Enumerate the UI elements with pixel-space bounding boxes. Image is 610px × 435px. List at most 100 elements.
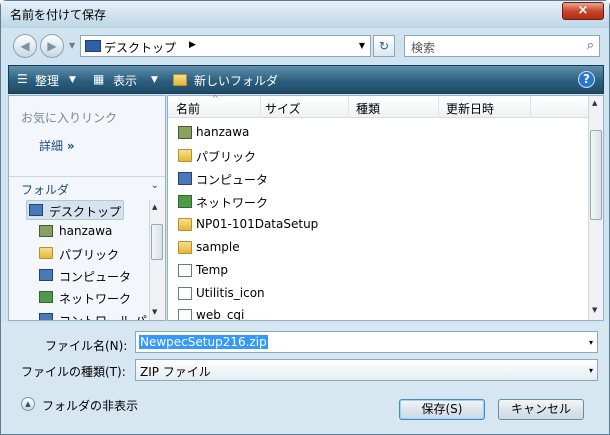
tree-item-computer[interactable]: コンピュータ (37, 266, 149, 286)
tree-item-label: コントロール パ (59, 312, 147, 320)
tree-item-label: パブリック (59, 248, 120, 262)
column-divider[interactable] (438, 96, 439, 118)
title-bar: 名前を付けて保存 × (1, 1, 609, 28)
tree-item-desktop[interactable]: デスクトップ (26, 200, 124, 220)
filename-value[interactable]: NewpecSetup216.zip (139, 335, 268, 349)
tree-item-hanzawa[interactable]: hanzawa (37, 222, 149, 242)
tree-item-label: コンピュータ (59, 270, 132, 284)
organize-menu-icon: ☰ (17, 72, 28, 86)
list-item[interactable]: パブリック (176, 145, 476, 167)
desktop-icon (85, 40, 101, 52)
window-title: 名前を付けて保存 (10, 8, 107, 22)
network-icon (39, 291, 53, 303)
list-item-label: sample (196, 240, 240, 254)
folder-icon (39, 247, 53, 259)
refresh-button[interactable]: ↻ (373, 35, 395, 57)
new-folder-icon (173, 74, 187, 86)
details-label[interactable]: 詳細 (39, 139, 63, 153)
folder-icon (178, 149, 192, 162)
list-item[interactable]: ネットワーク (176, 191, 476, 213)
user-icon (39, 225, 53, 237)
save-dialog: 名前を付けて保存 × ◀ ▶ ▼ デスクトップ ▶ ▼ ↻ 検索 ⌕ ☰ 整理 … (0, 0, 610, 435)
list-item[interactable]: web_cgi (176, 305, 476, 320)
desktop-icon (29, 204, 43, 216)
control-panel-icon (39, 313, 53, 320)
tree-item-public[interactable]: パブリック (37, 244, 149, 264)
file-list-scrollbar[interactable]: ▲ ▼ (588, 96, 603, 320)
filetype-value[interactable]: ZIP ファイル (140, 363, 211, 380)
navigation-pane: お気に入りリンク 詳細 » フォルダ ⌄ デスクトップ hanzawa パブリッ… (8, 95, 166, 321)
list-item[interactable]: Temp (176, 260, 476, 282)
cancel-button[interactable]: キャンセル (498, 399, 584, 420)
chevron-double-right-icon: » (66, 139, 75, 153)
column-modified[interactable]: 更新日時 (446, 100, 494, 117)
views-icon: ▦ (93, 72, 105, 86)
chevron-down-icon[interactable]: ⌄ (151, 180, 159, 191)
list-item[interactable]: hanzawa (176, 122, 476, 144)
user-icon (178, 126, 192, 139)
shortcut-icon (178, 264, 192, 277)
breadcrumb-arrow-icon[interactable]: ▶ (189, 40, 196, 50)
organize-button[interactable]: 整理 (35, 72, 59, 89)
hide-folders-label[interactable]: フォルダの非表示 (42, 397, 138, 414)
network-icon (178, 195, 192, 208)
scroll-down-icon[interactable]: ▼ (152, 308, 157, 316)
address-dropdown-icon[interactable]: ▼ (359, 41, 365, 50)
scroll-up-icon[interactable]: ▲ (592, 99, 597, 107)
tree-item-label: ネットワーク (59, 292, 132, 306)
save-form: ファイル名(N): NewpecSetup216.zip ▾ ファイルの種類(T… (1, 322, 609, 434)
views-button[interactable]: 表示 (113, 72, 137, 89)
file-list-pane: 名前 ^ サイズ 種類 更新日時 hanzawa パブリック コンピュータ ネッ… (167, 94, 604, 321)
organize-dropdown-icon[interactable]: ▼ (69, 75, 76, 85)
tree-scrollbar[interactable]: ▲ ▼ (149, 200, 164, 320)
details-link[interactable]: 詳細 » (39, 137, 75, 154)
column-divider[interactable] (348, 96, 349, 118)
collapse-up-icon[interactable]: ▲ (21, 397, 35, 411)
search-icon[interactable]: ⌕ (587, 38, 594, 53)
column-divider[interactable] (260, 96, 261, 118)
search-box[interactable]: 検索 ⌕ (404, 35, 600, 57)
shortcut-icon (178, 309, 192, 320)
folder-icon (178, 218, 192, 231)
list-item-label: web_cgi (196, 308, 245, 320)
close-button[interactable]: × (562, 2, 604, 20)
column-type[interactable]: 種類 (356, 100, 380, 117)
history-dropdown-icon[interactable]: ▼ (69, 41, 75, 50)
list-item[interactable]: NP01-101DataSetup (176, 214, 476, 236)
address-bar[interactable]: デスクトップ ▶ ▼ (80, 35, 371, 57)
list-item[interactable]: Utilitis_icon (176, 283, 476, 305)
filename-label: ファイル名(N): (45, 339, 128, 353)
folders-header[interactable]: フォルダ ⌄ (9, 176, 165, 198)
list-item-label: Temp (196, 263, 228, 277)
back-button[interactable]: ◀ (13, 34, 37, 58)
tree-item-control-panel[interactable]: コントロール パ (37, 310, 149, 320)
shortcut-icon (178, 287, 192, 300)
list-item[interactable]: sample (176, 237, 476, 259)
chevron-down-icon[interactable]: ▾ (589, 366, 593, 375)
column-size[interactable]: サイズ (265, 100, 301, 117)
filename-field[interactable]: NewpecSetup216.zip ▾ (135, 331, 598, 353)
new-folder-button[interactable]: 新しいフォルダ (194, 72, 278, 89)
save-button[interactable]: 保存(S) (399, 399, 485, 420)
scroll-thumb[interactable] (151, 224, 163, 260)
list-item-label: NP01-101DataSetup (196, 217, 319, 231)
tree-item-network[interactable]: ネットワーク (37, 288, 149, 308)
scroll-up-icon[interactable]: ▲ (152, 203, 157, 211)
folder-tree: デスクトップ hanzawa パブリック コンピュータ ネットワーク コントロー… (9, 200, 149, 320)
folders-label[interactable]: フォルダ (21, 181, 69, 198)
column-name[interactable]: 名前 (176, 100, 200, 117)
list-item-label: hanzawa (196, 125, 250, 139)
column-divider[interactable] (530, 96, 531, 118)
help-icon[interactable]: ? (578, 71, 595, 88)
chevron-down-icon[interactable]: ▾ (589, 338, 593, 347)
scroll-down-icon[interactable]: ▼ (592, 306, 597, 314)
list-item-label: コンピュータ (196, 173, 269, 187)
views-dropdown-icon[interactable]: ▼ (151, 75, 158, 85)
scroll-thumb[interactable] (590, 130, 602, 220)
tree-item-label: デスクトップ (49, 205, 122, 219)
forward-button[interactable]: ▶ (40, 34, 64, 58)
address-location[interactable]: デスクトップ (104, 39, 176, 56)
folder-icon (178, 241, 192, 254)
filetype-select[interactable]: ZIP ファイル ▾ (135, 359, 598, 381)
list-item[interactable]: コンピュータ (176, 168, 476, 190)
